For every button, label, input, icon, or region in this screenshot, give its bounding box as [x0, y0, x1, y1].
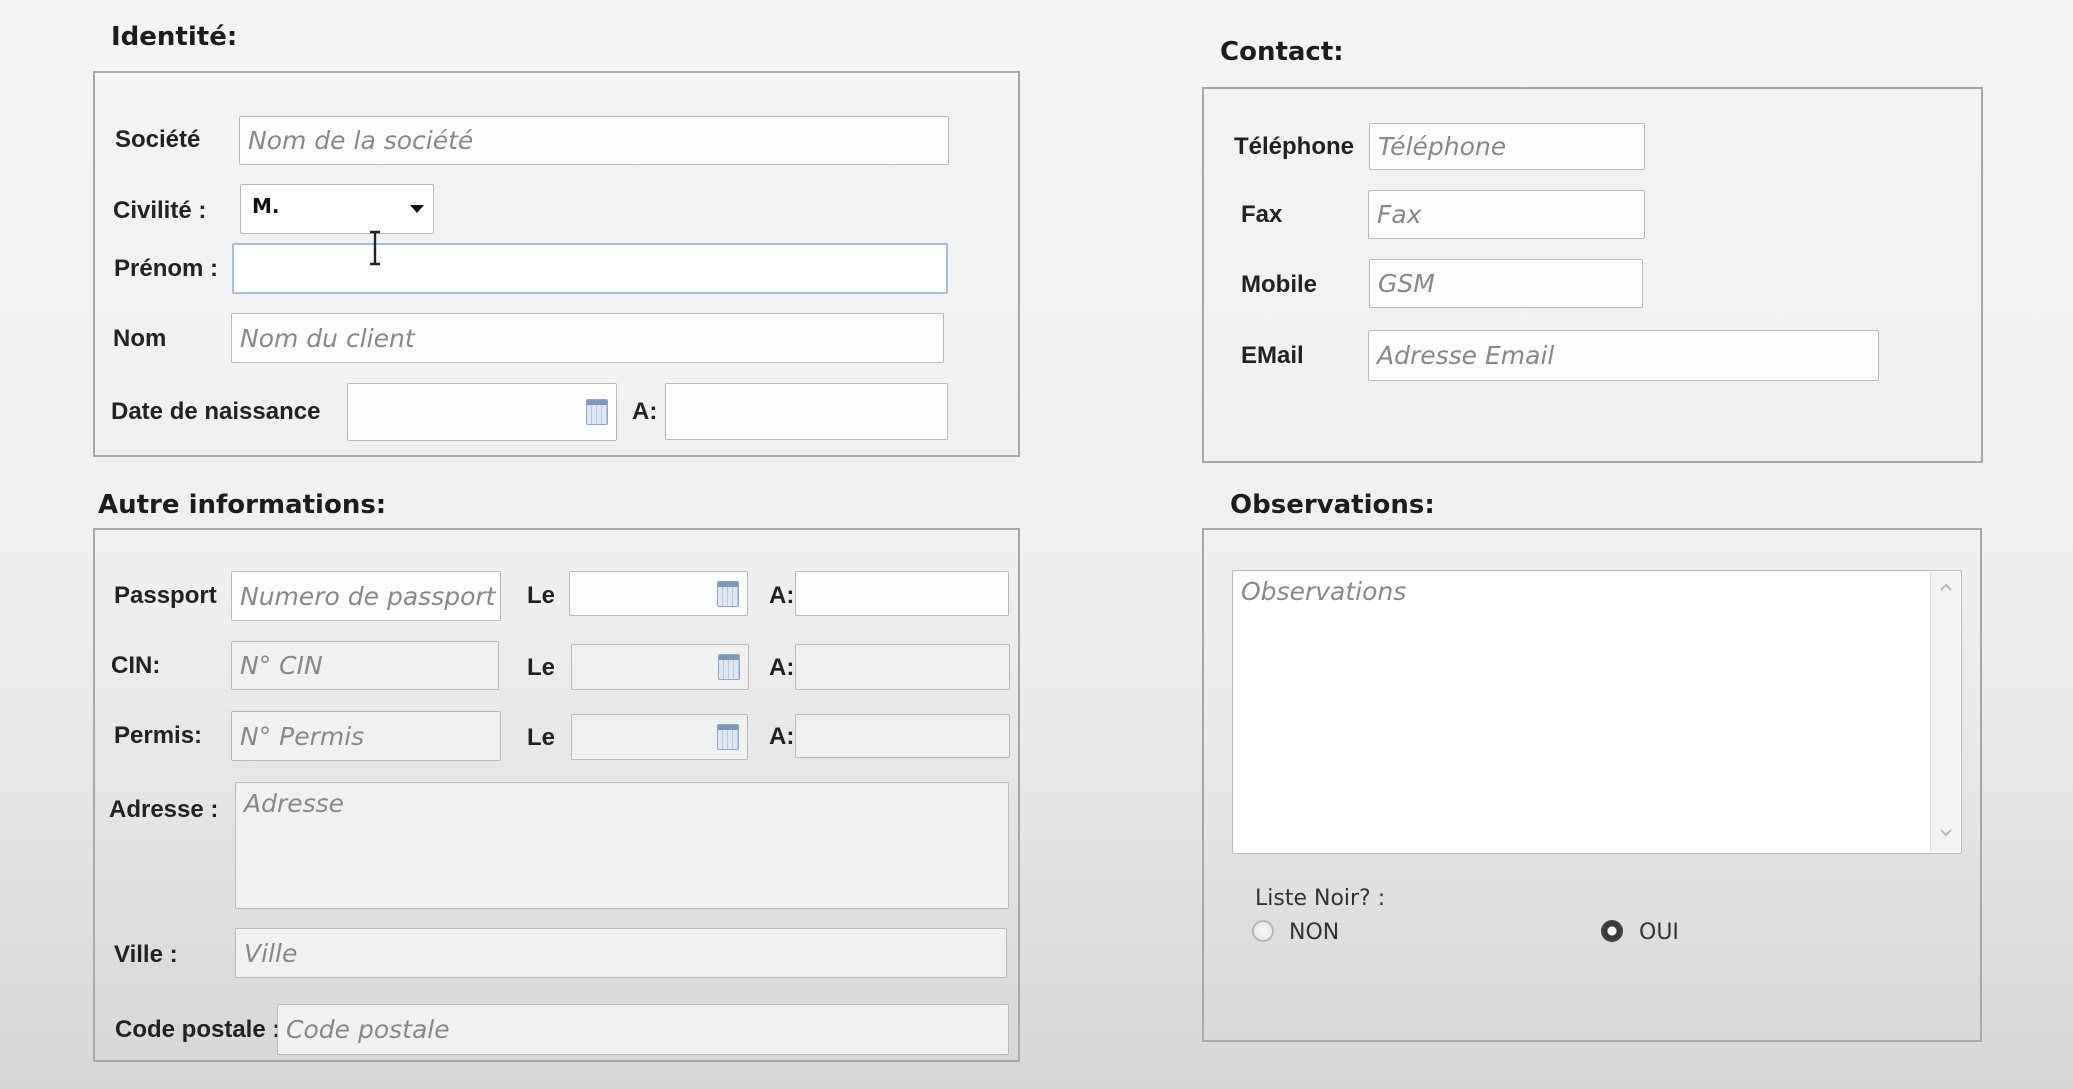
date-naissance-input[interactable]	[347, 383, 617, 441]
observations-scrollbar[interactable]	[1930, 572, 1960, 852]
cin-label: CIN:	[111, 652, 161, 679]
code-postale-label: Code postale :	[115, 1016, 281, 1043]
societe-label: Société	[115, 126, 201, 153]
mobile-label: Mobile	[1241, 271, 1317, 298]
permis-label: Permis:	[114, 722, 203, 749]
calendar-icon[interactable]	[718, 654, 740, 680]
telephone-label: Téléphone	[1234, 133, 1355, 160]
passport-le-label: Le	[527, 582, 556, 609]
scroll-up-arrow-icon[interactable]	[1939, 582, 1953, 592]
naissance-a-input[interactable]	[665, 383, 948, 440]
cin-le-label: Le	[527, 654, 556, 681]
fax-label: Fax	[1241, 201, 1283, 228]
adresse-label: Adresse :	[109, 796, 219, 823]
permis-le-date-input[interactable]	[571, 714, 748, 760]
passport-label: Passport	[114, 582, 217, 609]
text-cursor-icon	[370, 230, 380, 266]
scroll-down-arrow-icon[interactable]	[1939, 828, 1953, 838]
fax-input[interactable]: Fax	[1368, 190, 1645, 239]
date-naissance-label: Date de naissance	[111, 398, 321, 425]
ville-input[interactable]: Ville	[235, 928, 1007, 978]
mobile-input[interactable]: GSM	[1369, 259, 1643, 308]
code-postale-input[interactable]: Code postale	[277, 1004, 1009, 1055]
liste-noir-non-label: NON	[1289, 920, 1340, 945]
passport-a-label: A:	[769, 582, 795, 609]
cin-a-input[interactable]	[795, 644, 1010, 690]
nom-label: Nom	[113, 325, 167, 352]
passport-le-date-input[interactable]	[569, 571, 748, 616]
autre-informations-section-title: Autre informations:	[98, 490, 387, 520]
naissance-a-label: A:	[632, 398, 658, 425]
liste-noir-non-radio[interactable]	[1252, 920, 1274, 942]
permis-a-label: A:	[769, 723, 795, 750]
contact-section-title: Contact:	[1220, 37, 1344, 67]
calendar-icon[interactable]	[586, 399, 608, 425]
adresse-textarea[interactable]: Adresse	[235, 782, 1009, 909]
permis-a-input[interactable]	[795, 714, 1010, 758]
observations-textarea[interactable]: Observations	[1232, 570, 1962, 854]
cin-input[interactable]: N° CIN	[231, 641, 499, 690]
chevron-down-icon	[410, 205, 424, 213]
nom-input[interactable]: Nom du client	[231, 313, 944, 363]
passport-a-input[interactable]	[795, 571, 1009, 616]
ville-label: Ville :	[114, 941, 178, 968]
observations-placeholder: Observations	[1241, 577, 1407, 606]
liste-noir-oui-radio[interactable]	[1601, 920, 1623, 942]
permis-input[interactable]: N° Permis	[231, 711, 501, 761]
calendar-icon[interactable]	[717, 580, 739, 607]
identite-section-title: Identité:	[111, 22, 238, 52]
civilite-select[interactable]: M.	[240, 184, 434, 234]
permis-le-label: Le	[527, 724, 556, 751]
cin-le-date-input[interactable]	[571, 644, 749, 690]
passport-input[interactable]: Numero de passport	[231, 571, 501, 621]
liste-noir-oui-label: OUI	[1639, 920, 1679, 945]
telephone-input[interactable]: Téléphone	[1369, 123, 1645, 170]
prenom-input[interactable]	[232, 243, 948, 294]
societe-input[interactable]: Nom de la société	[239, 116, 949, 165]
email-input[interactable]: Adresse Email	[1368, 330, 1879, 381]
cin-a-label: A:	[769, 654, 795, 681]
observations-section-title: Observations:	[1230, 490, 1435, 520]
liste-noir-label: Liste Noir? :	[1255, 886, 1386, 911]
civilite-selected-value: M.	[252, 194, 280, 218]
prenom-label: Prénom :	[114, 255, 219, 282]
email-label: EMail	[1241, 342, 1304, 369]
civilite-label: Civilité :	[113, 197, 207, 224]
calendar-icon[interactable]	[717, 724, 739, 750]
